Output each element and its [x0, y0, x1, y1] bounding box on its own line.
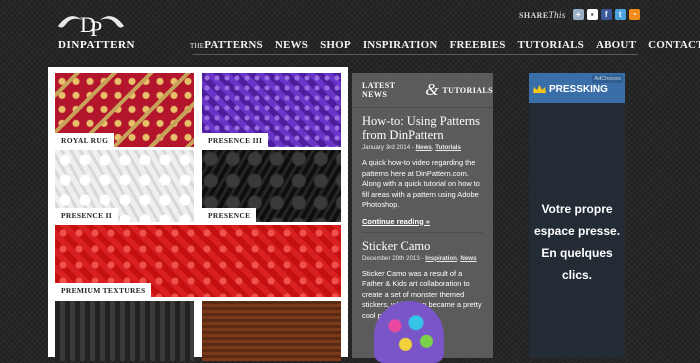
pattern-tile-dark[interactable] [55, 301, 194, 361]
news-panel: LATEST NEWS & TUTORIALS How-to: Using Pa… [352, 73, 493, 363]
pattern-label: PRESENCE II [55, 208, 119, 222]
nav-about[interactable]: ABOUT [596, 39, 636, 51]
crown-icon [533, 85, 546, 93]
article-title[interactable]: Sticker Camo [362, 239, 483, 253]
rss-icon[interactable]: ◔ [628, 9, 640, 20]
twitter-icon[interactable]: t [614, 9, 626, 20]
pattern-tile-brown[interactable] [202, 301, 341, 361]
ad-header: AdChoices PRESSKING [529, 73, 625, 103]
continue-reading-link[interactable]: Continue reading » [362, 217, 483, 226]
pattern-tile-royal-rug[interactable]: ROYAL RUG [55, 73, 194, 147]
share-bar: SHAREThis + ▪ f t ◔ [519, 9, 640, 20]
nav-tutorials[interactable]: TUTORIALS [518, 39, 584, 51]
sticker-camo-image[interactable] [374, 301, 444, 363]
nav-divider [193, 54, 638, 55]
pattern-grid: ROYAL RUG PRESENCE III PRESENCE II PRESE… [48, 67, 348, 361]
logo-monogram: D P [58, 12, 124, 41]
main-nav: THEPATTERNS NEWS SHOP INSPIRATION FREEBI… [190, 39, 700, 51]
category-link[interactable]: Inspiration [425, 255, 457, 262]
pattern-label: PRESENCE III [202, 133, 269, 147]
pattern-label: PRESENCE [202, 208, 257, 222]
category-link[interactable]: News [460, 255, 476, 262]
article-body: A quick how-to video regarding the patte… [362, 158, 480, 209]
pattern-tile-presence-ii[interactable]: PRESENCE II [55, 150, 194, 222]
nav-news[interactable]: NEWS [275, 39, 308, 51]
svg-text:P: P [90, 16, 102, 41]
facebook-icon[interactable]: f [600, 9, 612, 20]
article-meta: December 20th 2013 - Inspiration, News [362, 254, 477, 262]
news-article: How-to: Using Patterns from DinPattern J… [352, 114, 493, 233]
pattern-tile-presence-iii[interactable]: PRESENCE III [202, 73, 341, 147]
category-link[interactable]: Tutorials [435, 144, 461, 151]
delicious-icon[interactable]: ▪ [586, 9, 598, 20]
nav-patterns[interactable]: THEPATTERNS [190, 39, 263, 51]
adchoices-badge[interactable]: AdChoices [592, 75, 623, 83]
article-title[interactable]: How-to: Using Patterns from DinPattern [362, 114, 483, 142]
pattern-label: ROYAL RUG [55, 133, 115, 147]
category-link[interactable]: News [416, 144, 432, 151]
nav-freebies[interactable]: FREEBIES [450, 39, 506, 51]
share-label[interactable]: SHAREThis [519, 10, 570, 20]
nav-contact[interactable]: CONTACT [648, 39, 700, 51]
nav-inspiration[interactable]: INSPIRATION [363, 39, 438, 51]
digg-icon[interactable]: + [572, 9, 584, 20]
pattern-tile-presence[interactable]: PRESENCE [202, 150, 341, 222]
ad-banner[interactable]: AdChoices PRESSKING Votre propre espace … [529, 73, 625, 358]
ad-text: Votre propre espace presse. En quelques … [533, 202, 621, 282]
article-divider [362, 231, 483, 233]
pattern-label: PREMIUM TEXTURES [55, 283, 152, 297]
pattern-tile-premium-textures[interactable]: PREMIUM TEXTURES [55, 225, 341, 297]
ad-brand: PRESSKING [533, 84, 608, 95]
logo-text[interactable]: DINPATTERN [58, 39, 135, 51]
article-meta: January 3rd 2014 - News, Tutorials [362, 144, 461, 151]
news-heading: LATEST NEWS & TUTORIALS [352, 73, 493, 108]
nav-shop[interactable]: SHOP [320, 39, 351, 51]
